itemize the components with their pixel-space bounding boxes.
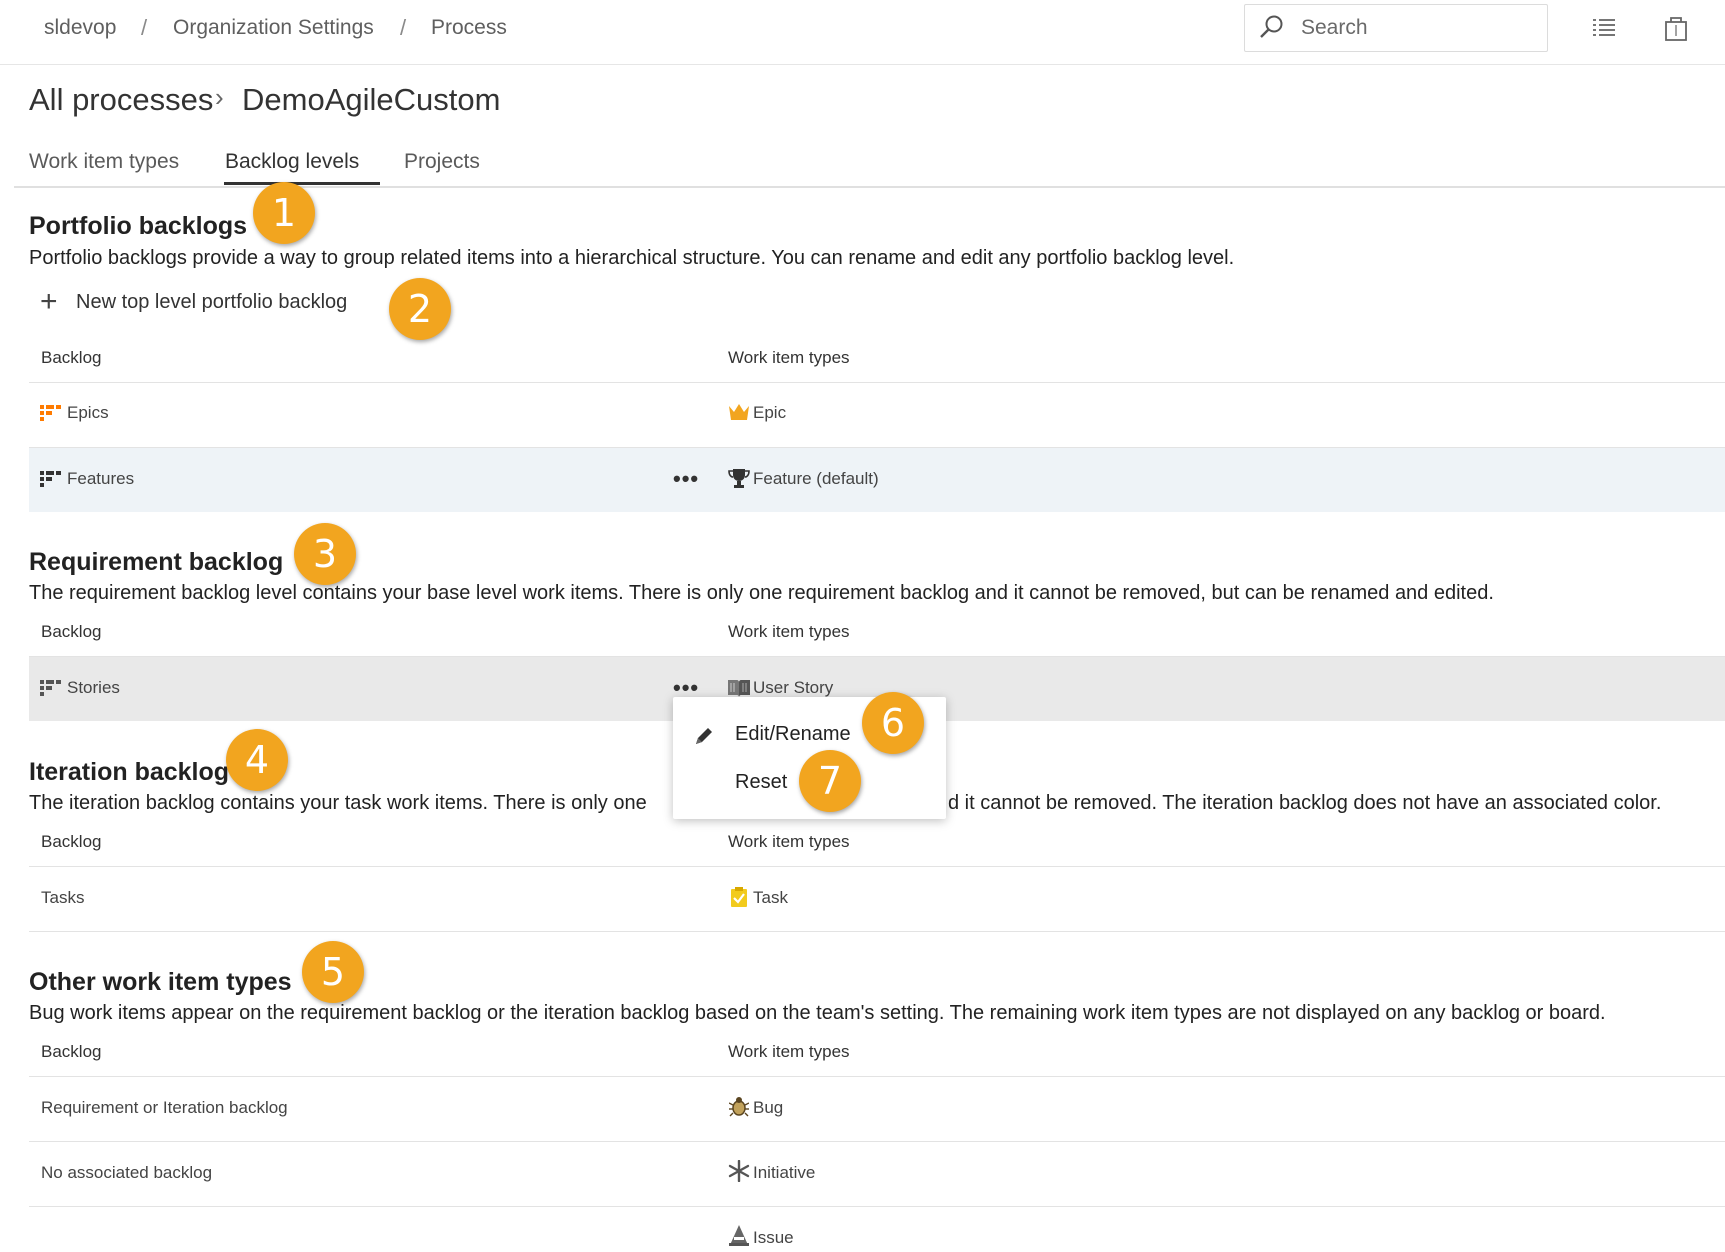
work-item-type[interactable]: Task: [753, 888, 788, 908]
column-header-work-item-types: Work item types: [728, 622, 850, 641]
backlog-name[interactable]: Features: [67, 469, 134, 489]
menu-item-label: Edit/Rename: [735, 723, 851, 745]
column-header-work-item-types: Work item types: [728, 832, 850, 851]
callout-badge: 5: [302, 941, 364, 1003]
divider: [29, 931, 1725, 932]
callout-badge: 7: [799, 750, 861, 812]
column-header-backlog: Backlog: [41, 1042, 102, 1061]
active-tab-indicator: [224, 182, 380, 185]
work-item-type[interactable]: Initiative: [753, 1163, 815, 1183]
top-bar: sldevop / Organization Settings / Proces…: [0, 0, 1725, 65]
search-box[interactable]: [1244, 4, 1548, 52]
table-row[interactable]: Requirement or Iteration backlog Bug: [29, 1077, 1725, 1141]
column-header-backlog: Backlog: [41, 348, 102, 367]
table-row[interactable]: Issue: [29, 1207, 1725, 1252]
other-work-item-types-description: Bug work items appear on the requirement…: [29, 1002, 1606, 1024]
callout-badge: 2: [389, 278, 451, 340]
other-work-item-types-title: Other work item types: [29, 968, 292, 996]
list-icon[interactable]: [1590, 14, 1618, 47]
table-row[interactable]: Epics Epic: [29, 383, 1725, 447]
backlog-name[interactable]: Stories: [67, 678, 120, 698]
backlog-name[interactable]: Tasks: [41, 888, 84, 908]
iteration-backlog-description-continued: d it cannot be removed. The iteration ba…: [948, 792, 1662, 814]
work-item-type[interactable]: Bug: [753, 1098, 783, 1118]
all-processes-link[interactable]: All processes: [29, 82, 213, 118]
process-name: DemoAgileCustom: [242, 82, 501, 117]
callout-badge: 4: [226, 729, 288, 791]
work-item-type[interactable]: Epic: [753, 403, 786, 423]
work-item-type[interactable]: Feature (default): [753, 469, 879, 489]
portfolio-backlogs-title: Portfolio backlogs: [29, 212, 248, 240]
search-icon: [1259, 14, 1285, 45]
callout-badge: 6: [862, 692, 924, 754]
chevron-right-icon: ›: [215, 82, 224, 112]
work-item-type[interactable]: Issue: [753, 1228, 794, 1248]
menu-item-label: Reset: [735, 771, 788, 793]
asterisk-icon: [728, 1159, 750, 1187]
breadcrumb-process[interactable]: Process: [431, 16, 507, 40]
search-input[interactable]: [1299, 13, 1533, 43]
trophy-icon: [728, 467, 750, 494]
tab-work-item-types[interactable]: Work item types: [29, 150, 179, 174]
pencil-icon: [693, 725, 715, 752]
breadcrumb-org[interactable]: sldevop: [44, 16, 116, 40]
table-row[interactable]: Features ••• Feature (default): [29, 448, 1725, 512]
table-row[interactable]: No associated backlog Initiative: [29, 1142, 1725, 1206]
requirement-backlog-description: The requirement backlog level contains y…: [29, 582, 1494, 604]
requirement-backlog-title: Requirement backlog: [29, 548, 284, 576]
backlog-stories-icon: [40, 679, 62, 702]
bug-icon: [728, 1095, 750, 1122]
iteration-backlog-title: Iteration backlog: [29, 758, 230, 786]
tab-backlog-levels[interactable]: Backlog levels: [225, 150, 359, 174]
tab-projects[interactable]: Projects: [404, 150, 480, 174]
breadcrumb-separator: /: [141, 15, 148, 40]
table-row[interactable]: Tasks Task: [29, 867, 1725, 931]
clipboard-icon: [729, 886, 749, 913]
more-actions-button[interactable]: •••: [673, 466, 699, 492]
backlog-name[interactable]: Epics: [67, 403, 109, 423]
backlog-features-icon: [40, 470, 62, 493]
new-portfolio-backlog-label: New top level portfolio backlog: [76, 291, 348, 313]
iteration-backlog-description: The iteration backlog contains your task…: [29, 792, 647, 814]
work-item-type[interactable]: User Story: [753, 678, 833, 698]
backlog-epics-icon: [40, 404, 62, 427]
shopping-bag-icon[interactable]: [1663, 14, 1689, 47]
column-header-backlog: Backlog: [41, 622, 102, 641]
callout-badge: 1: [253, 182, 315, 244]
callout-badge: 3: [294, 523, 356, 585]
backlog-name[interactable]: No associated backlog: [41, 1163, 212, 1183]
column-header-work-item-types: Work item types: [728, 348, 850, 367]
column-header-backlog: Backlog: [41, 832, 102, 851]
column-header-work-item-types: Work item types: [728, 1042, 850, 1061]
issue-icon: [728, 1224, 750, 1251]
breadcrumb-separator: /: [400, 15, 407, 40]
portfolio-backlogs-description: Portfolio backlogs provide a way to grou…: [29, 247, 1235, 269]
crown-icon: [728, 402, 750, 427]
tab-bar: Work item types Backlog levels Projects: [14, 140, 1725, 188]
breadcrumb-organization-settings[interactable]: Organization Settings: [173, 16, 374, 40]
plus-icon: +: [40, 285, 58, 318]
backlog-name[interactable]: Requirement or Iteration backlog: [41, 1098, 288, 1118]
